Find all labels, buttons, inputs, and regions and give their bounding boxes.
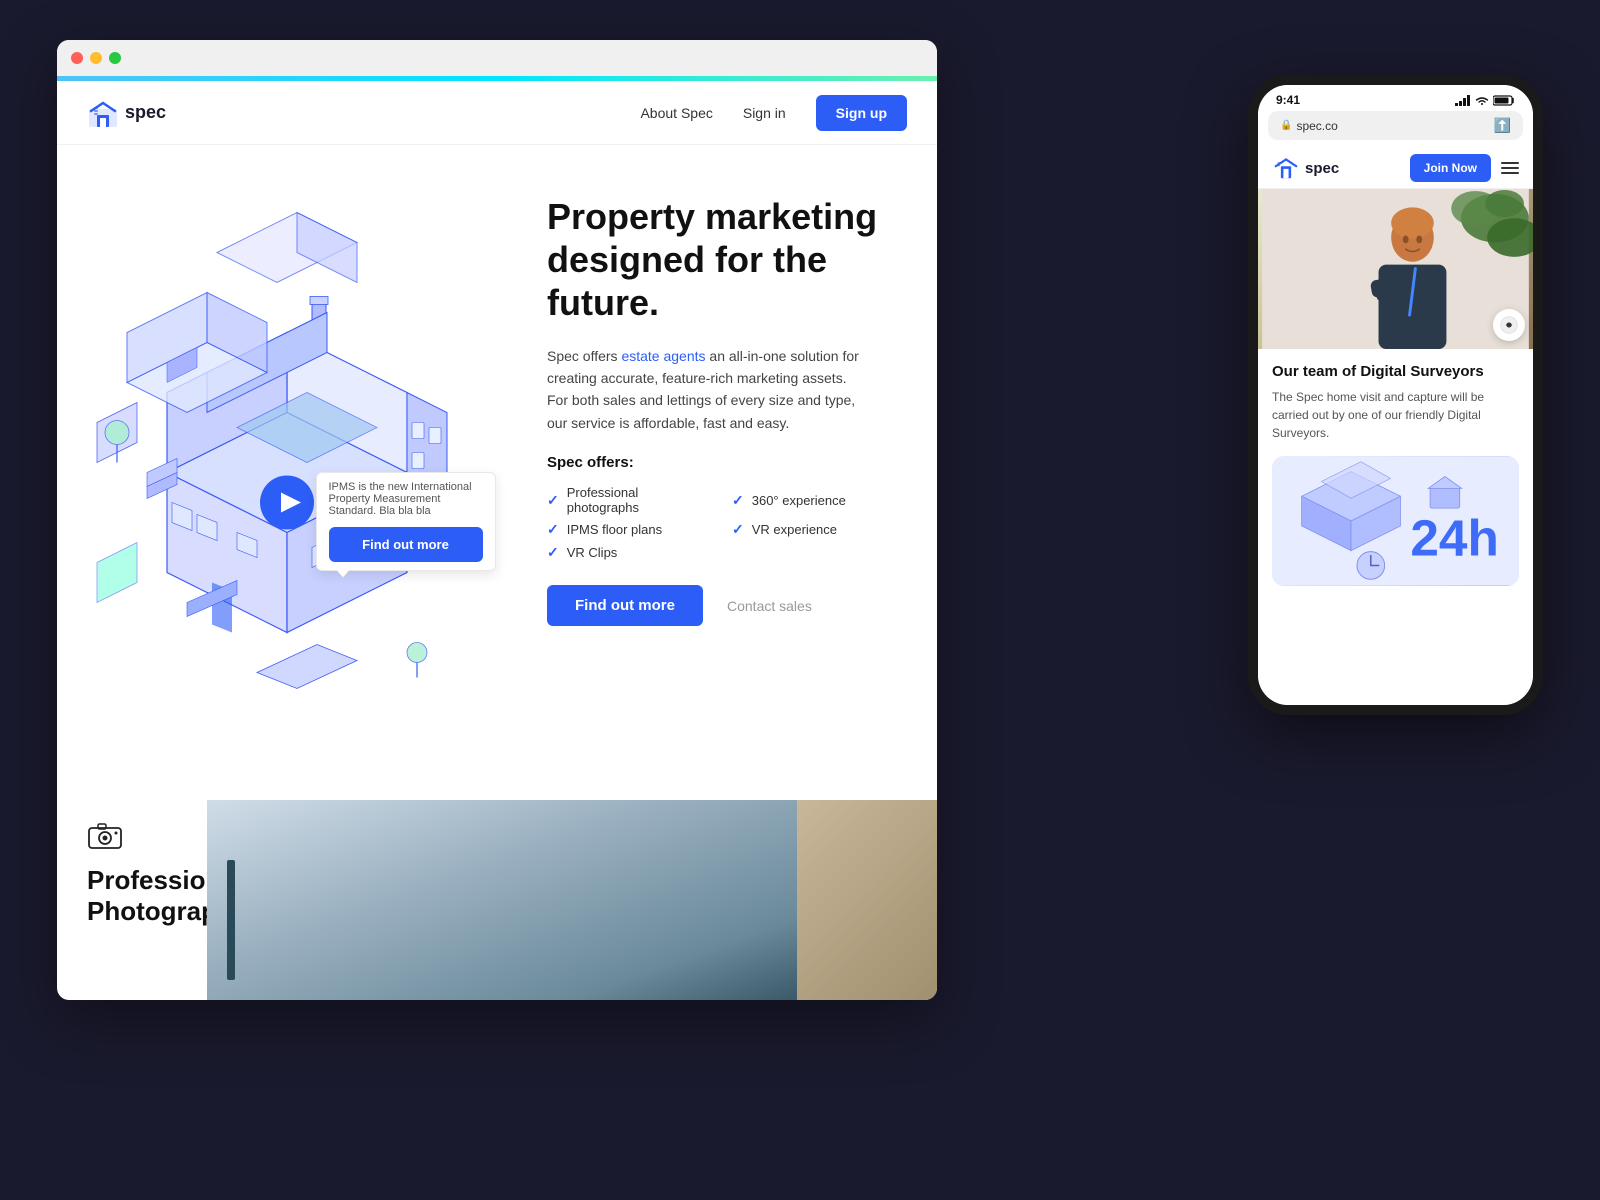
nav-signin[interactable]: Sign in <box>743 105 786 121</box>
mobile-illustration: 24h <box>1272 456 1519 586</box>
photography-title: Professional Photography <box>87 865 177 927</box>
photography-section: Professional Photography <box>57 800 207 1000</box>
maximize-dot[interactable] <box>109 52 121 64</box>
signal-icon <box>1455 95 1471 106</box>
mobile-browser-window: 9:41 <box>1248 75 1543 715</box>
mobile-surveyor-section: Our team of Digital Surveyors The Spec h… <box>1258 349 1533 600</box>
minimize-dot[interactable] <box>90 52 102 64</box>
desktop-logo[interactable]: spec <box>87 99 166 127</box>
hero-description: Spec offers estate agents an all-in-one … <box>547 345 867 435</box>
hero-content: Property marketing designed for the futu… <box>527 145 937 800</box>
check-icon: ✓ <box>547 544 559 561</box>
mobile-nav: spec Join Now <box>1258 148 1533 189</box>
ham-line-1 <box>1501 162 1519 164</box>
bottom-section: Professional Photography <box>57 800 937 1000</box>
hero-title: Property marketing designed for the futu… <box>547 195 897 325</box>
mobile-time: 9:41 <box>1276 93 1300 107</box>
mobile-url-bar[interactable]: 🔒 spec.co ⬆️ <box>1268 111 1523 140</box>
hero-section: IPMS is the new International Property M… <box>57 145 937 800</box>
contact-sales-link[interactable]: Contact sales <box>727 598 812 614</box>
share-icon[interactable]: ⬆️ <box>1494 117 1511 134</box>
photo-staircase <box>207 800 797 1000</box>
battery-icon <box>1493 95 1515 106</box>
surveyor-badge <box>1493 309 1525 341</box>
wifi-icon <box>1475 95 1489 106</box>
cta-row: Find out more Contact sales <box>547 585 897 626</box>
home-icon <box>87 99 119 127</box>
estate-agents-link[interactable]: estate agents <box>621 348 705 364</box>
mobile-home-icon <box>1272 156 1300 180</box>
surveyor-title: Our team of Digital Surveyors <box>1272 363 1519 380</box>
desktop-browser-window: spec About Spec Sign in Sign up <box>57 40 937 1000</box>
lock-icon: 🔒 <box>1280 120 1292 131</box>
photo-gallery <box>207 800 937 1000</box>
hamburger-menu[interactable] <box>1501 162 1519 174</box>
check-icon: ✓ <box>547 492 559 509</box>
offer-vr: ✓ VR experience <box>732 521 897 538</box>
offer-photos: ✓ Professional photographs <box>547 485 712 515</box>
offer-vrclips: ✓ VR Clips <box>547 544 712 561</box>
mobile-hero-image <box>1258 189 1533 349</box>
hero-illustration: IPMS is the new International Property M… <box>57 145 527 800</box>
svg-text:24h: 24h <box>1410 509 1498 567</box>
offer-ipms: ✓ IPMS floor plans <box>547 521 712 538</box>
ham-line-2 <box>1501 167 1519 169</box>
surveyor-photo <box>1258 189 1533 349</box>
tooltip-find-out-more-button[interactable]: Find out more <box>329 527 483 562</box>
check-icon: ✓ <box>547 521 559 538</box>
nav-links: About Spec Sign in Sign up <box>640 95 907 131</box>
window-titlebar <box>57 40 937 76</box>
check-icon: ✓ <box>732 492 744 509</box>
mobile-url: spec.co <box>1296 119 1337 133</box>
status-icons <box>1455 95 1515 106</box>
offers-grid: ✓ Professional photographs ✓ 360° experi… <box>547 485 897 561</box>
offer-360: ✓ 360° experience <box>732 485 897 515</box>
mobile-status-bar: 9:41 <box>1258 85 1533 111</box>
surveyor-description: The Spec home visit and capture will be … <box>1272 388 1519 442</box>
camera-icon <box>87 820 177 855</box>
offers-label: Spec offers: <box>547 454 897 471</box>
check-icon: ✓ <box>732 521 744 538</box>
nav-about[interactable]: About Spec <box>640 105 712 121</box>
mobile-logo[interactable]: spec <box>1272 156 1339 180</box>
photo-house <box>797 800 937 1000</box>
desktop-nav: spec About Spec Sign in Sign up <box>57 81 937 145</box>
find-out-more-button[interactable]: Find out more <box>547 585 703 626</box>
ipms-tooltip: IPMS is the new International Property M… <box>316 472 496 571</box>
close-dot[interactable] <box>71 52 83 64</box>
mobile-content-area: 9:41 <box>1258 85 1533 705</box>
mobile-nav-right: Join Now <box>1410 154 1519 182</box>
signup-button[interactable]: Sign up <box>816 95 907 131</box>
join-now-button[interactable]: Join Now <box>1410 154 1491 182</box>
24h-illustration: 24h <box>1272 456 1519 586</box>
ham-line-3 <box>1501 172 1519 174</box>
